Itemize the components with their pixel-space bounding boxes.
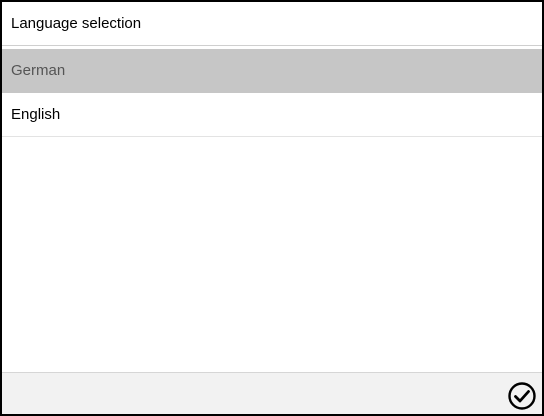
list-item-german[interactable]: German: [2, 49, 542, 93]
list-item-english[interactable]: English: [2, 93, 542, 137]
list-item-label: German: [11, 62, 66, 79]
language-list: German English: [2, 49, 542, 137]
list-item-label: English: [11, 106, 61, 123]
page-title: Language selection: [2, 2, 542, 46]
language-selection-screen: Language selection German English: [0, 0, 544, 416]
check-circle-icon: [507, 381, 537, 411]
confirm-button[interactable]: [506, 380, 538, 412]
footer-bar: [2, 372, 542, 414]
